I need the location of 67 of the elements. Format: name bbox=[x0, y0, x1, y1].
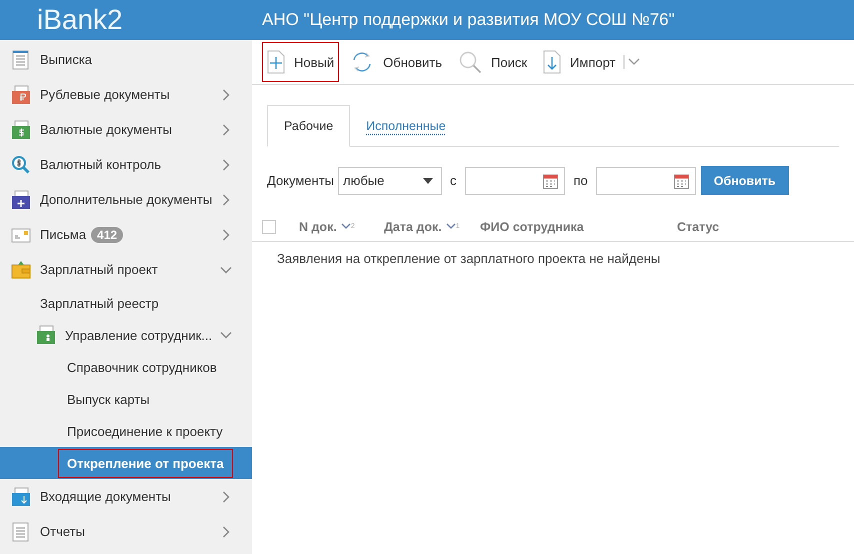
nav-item[interactable]: Письма 412 bbox=[0, 217, 252, 252]
nav-item[interactable]: Присоединение к проекту bbox=[0, 415, 252, 447]
calendar-icon bbox=[674, 172, 689, 188]
organization-title: АНО "Центр поддержки и развития МОУ СОШ №76" bbox=[261, 10, 675, 30]
search-icon bbox=[11, 154, 31, 174]
folder-icon bbox=[11, 190, 31, 210]
nav-item[interactable]: Отчеты bbox=[0, 514, 252, 549]
new-document-icon bbox=[267, 50, 285, 74]
sort-icon bbox=[340, 223, 351, 230]
nav-label: Выпуск карты bbox=[67, 390, 150, 409]
wallet-icon bbox=[11, 260, 31, 280]
to-label: по bbox=[574, 173, 588, 188]
nav-item[interactable]: Рублевые документы bbox=[0, 77, 252, 112]
nav-label: Выписка bbox=[40, 51, 92, 69]
empty-message: Заявления на открепление от зарплатного проекта не найдены bbox=[276, 250, 662, 266]
toolbar-button[interactable]: Новый bbox=[262, 42, 340, 82]
folder-icon bbox=[36, 325, 56, 345]
column-header[interactable]: ФИО сотрудника bbox=[480, 220, 677, 234]
document-icon bbox=[11, 522, 31, 542]
nav-item[interactable]: Входящие документы bbox=[0, 479, 252, 514]
sort-icon bbox=[446, 223, 456, 230]
folder-icon bbox=[11, 120, 31, 140]
nav-item[interactable]: Открепление от проекта bbox=[0, 447, 252, 479]
nav-label: Валютные документы bbox=[40, 121, 172, 139]
nav-label: Входящие документы bbox=[40, 488, 171, 506]
nav-label: Присоединение к проекту bbox=[67, 422, 223, 441]
toolbar-button[interactable]: Обновить bbox=[345, 42, 448, 82]
nav-label: Отчеты bbox=[40, 523, 85, 541]
nav-item[interactable]: Выписка bbox=[0, 42, 252, 77]
documents-label: Документы bbox=[267, 173, 334, 188]
folder-icon bbox=[11, 486, 31, 506]
search-icon bbox=[458, 50, 482, 74]
nav-label: Справочник сотрудников bbox=[67, 358, 217, 377]
nav-label: Дополнительные документы bbox=[40, 191, 212, 209]
import-icon bbox=[543, 50, 562, 74]
select-all-checkbox[interactable] bbox=[262, 220, 276, 234]
nav-label: Рублевые документы bbox=[40, 86, 170, 104]
tab[interactable]: Исполненные bbox=[350, 105, 462, 146]
count-badge: 412 bbox=[91, 226, 124, 242]
date-field[interactable] bbox=[464, 166, 565, 194]
toolbar-button[interactable]: Импорт bbox=[538, 42, 620, 82]
folder-icon bbox=[11, 84, 31, 104]
nav-label: Управление сотрудник... bbox=[65, 326, 212, 345]
date-field[interactable] bbox=[596, 166, 696, 194]
nav-item[interactable]: Выпуск карты bbox=[0, 383, 252, 415]
nav-label: Открепление от проекта bbox=[59, 450, 232, 476]
nav-item[interactable]: Валютные документы bbox=[0, 112, 252, 147]
nav-label: Валютный контроль bbox=[40, 156, 162, 174]
nav-label: Письма bbox=[40, 226, 86, 244]
nav-label: Зарплатный реестр bbox=[40, 294, 159, 313]
nav-item[interactable]: Справочник сотрудников bbox=[0, 351, 252, 383]
document-icon bbox=[11, 50, 31, 70]
nav-item[interactable]: Дополнительные документы bbox=[0, 182, 252, 217]
refresh-button[interactable]: Обновить bbox=[700, 166, 789, 195]
calendar-icon bbox=[542, 172, 558, 188]
nav-label: Зарплатный проект bbox=[40, 261, 158, 279]
caret-icon bbox=[423, 178, 434, 184]
toolbar-button[interactable]: Поиск bbox=[453, 42, 532, 82]
column-header[interactable]: Статус bbox=[677, 220, 720, 234]
logo: iBank2 bbox=[36, 4, 124, 36]
nav-item[interactable]: Управление сотрудник... bbox=[0, 319, 252, 351]
documents-dropdown[interactable]: любые bbox=[338, 166, 442, 194]
from-label: с bbox=[450, 173, 457, 188]
nav-item[interactable]: Зарплатный проект bbox=[0, 252, 252, 287]
nav-item[interactable]: Зарплатный реестр bbox=[0, 287, 252, 319]
nav-item[interactable]: Валютный контроль bbox=[0, 147, 252, 182]
tab[interactable]: Рабочие bbox=[267, 105, 350, 147]
